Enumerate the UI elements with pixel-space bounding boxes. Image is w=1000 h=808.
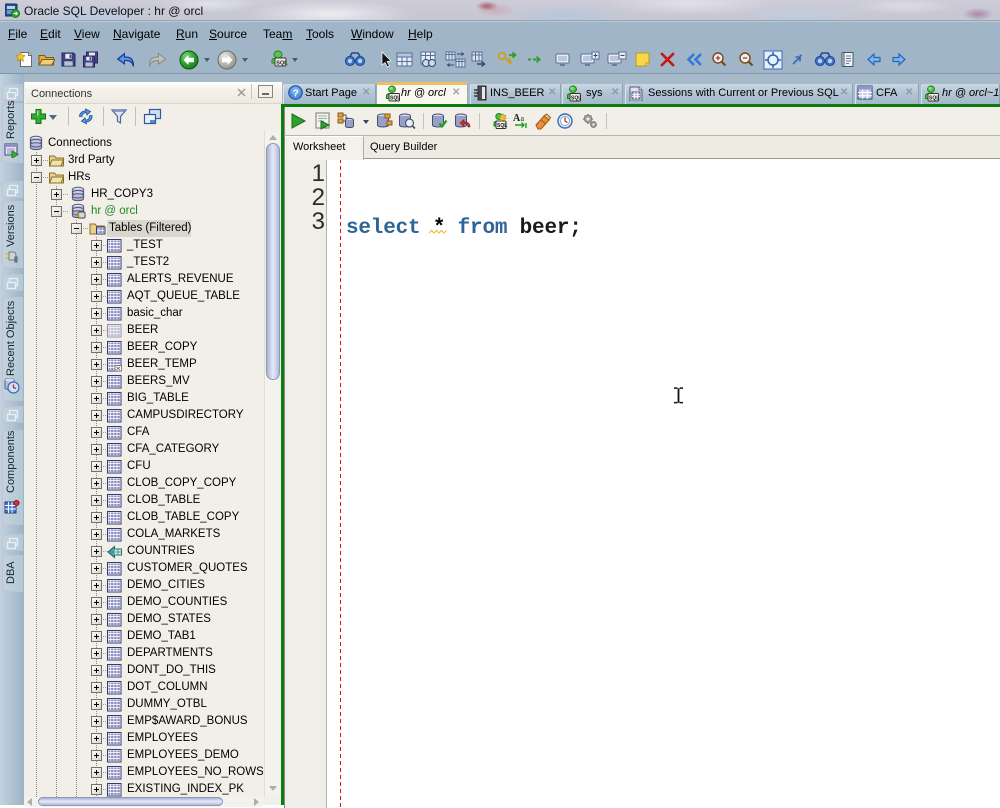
svg-text:SQL: SQL (390, 96, 400, 102)
svg-text:SQL: SQL (276, 61, 288, 67)
svg-text:?: ? (293, 88, 299, 99)
svg-text:SQL: SQL (571, 96, 581, 102)
svg-text:SQL: SQL (497, 123, 507, 129)
svg-text:a: a (521, 114, 525, 123)
svg-text:SQL: SQL (929, 96, 939, 102)
